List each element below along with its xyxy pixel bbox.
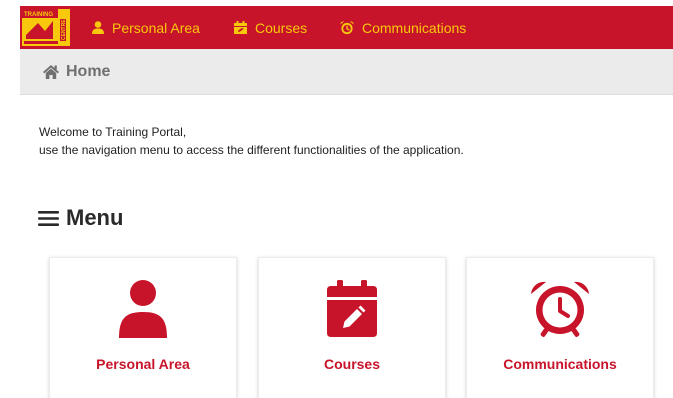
menu-card-label: Courses [323, 356, 381, 372]
menu-heading: Menu [38, 205, 123, 231]
breadcrumb-home-link[interactable]: Home [66, 63, 110, 81]
menu-title: Menu [66, 205, 124, 230]
hamburger-icon [38, 210, 59, 226]
training-centre-logo[interactable]: TRAINING CENTRE [22, 9, 70, 46]
alarm-clock-icon [340, 21, 354, 34]
nav-item-personal-area[interactable]: Personal Area [92, 6, 200, 49]
alarm-clock-icon [531, 281, 589, 337]
top-navbar: TRAINING CENTRE Personal Area Courses Co… [20, 6, 673, 49]
menu-card-courses[interactable]: Courses [258, 257, 446, 398]
breadcrumb: Home [20, 49, 673, 95]
user-icon [92, 21, 104, 34]
svg-text:TRAINING: TRAINING [24, 12, 53, 18]
menu-card-personal-area[interactable]: Personal Area [49, 257, 237, 398]
calendar-icon [234, 21, 247, 34]
user-icon [119, 280, 167, 338]
welcome-line-2: use the navigation menu to access the di… [39, 143, 464, 157]
welcome-line-1: Welcome to Training Portal, [39, 125, 187, 139]
nav-item-communications[interactable]: Communications [340, 6, 466, 49]
nav-item-label: Personal Area [112, 19, 200, 36]
welcome-message: Welcome to Training Portal, use the navi… [39, 123, 464, 159]
menu-card-label: Communications [503, 356, 617, 372]
menu-card-label: Personal Area [96, 356, 190, 372]
nav-item-courses[interactable]: Courses [234, 6, 307, 49]
menu-card-communications[interactable]: Communications [466, 257, 654, 398]
svg-text:CENTRE: CENTRE [61, 19, 67, 40]
home-icon [43, 65, 59, 79]
nav-item-label: Communications [362, 19, 467, 36]
calendar-edit-icon [327, 280, 377, 337]
nav-item-label: Courses [255, 19, 308, 36]
